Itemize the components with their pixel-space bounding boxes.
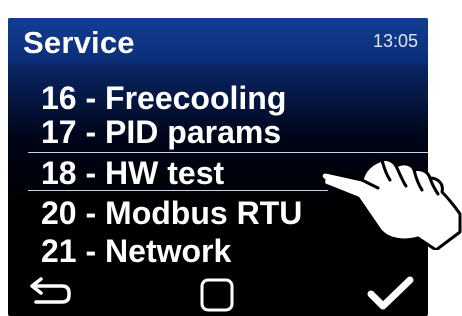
page-title: Service: [23, 25, 135, 60]
back-button[interactable]: [24, 276, 74, 310]
middle-button[interactable]: [198, 274, 238, 314]
device-frame: Service 13:05 16 - Freecooling 17 - PID …: [0, 0, 462, 316]
screen: Service 13:05 16 - Freecooling 17 - PID …: [8, 18, 428, 316]
header-bar: Service 13:05: [8, 18, 428, 64]
selection-top-line: [28, 152, 428, 153]
menu-item-hw-test[interactable]: 18 - HW test: [41, 155, 224, 192]
footer-bar: [8, 270, 428, 316]
confirm-button[interactable]: [366, 276, 416, 312]
square-icon: [200, 278, 234, 312]
clock: 13:05: [372, 31, 418, 51]
menu-item-pid-params[interactable]: 17 - PID params: [41, 114, 281, 151]
selection-bottom-line: [28, 190, 328, 191]
menu-item-network[interactable]: 21 - Network: [41, 233, 231, 270]
menu-item-modbus-rtu[interactable]: 20 - Modbus RTU: [41, 195, 302, 232]
checkmark-icon: [367, 276, 414, 310]
back-arrow-icon: [30, 277, 71, 304]
menu-item-freecooling[interactable]: 16 - Freecooling: [41, 80, 286, 117]
